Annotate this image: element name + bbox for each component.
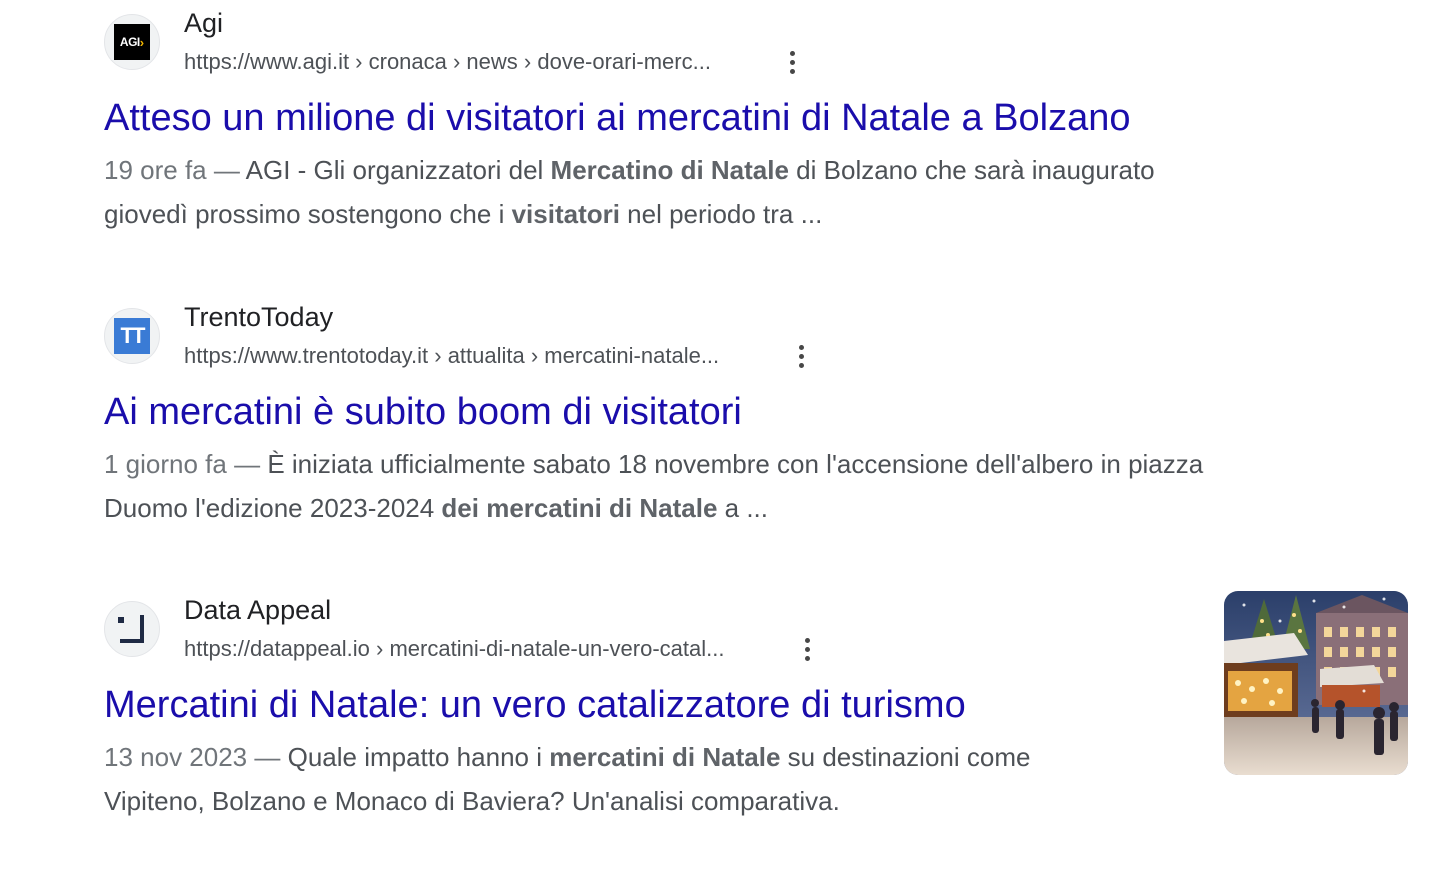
more-options-icon[interactable]: [792, 632, 822, 666]
result-title-link[interactable]: Atteso un milione di visitatori ai merca…: [104, 96, 1131, 140]
result-snippet: 19 ore fa — AGI - Gli organizzatori del …: [104, 155, 1155, 229]
trentotoday-favicon[interactable]: TT: [104, 308, 160, 364]
site-url[interactable]: https://datappeal.io › mercatini-di-nata…: [184, 635, 724, 663]
site-name[interactable]: TrentoToday: [184, 301, 333, 333]
datappeal-logo-icon: [118, 615, 144, 643]
datappeal-favicon[interactable]: [104, 601, 160, 657]
site-url[interactable]: https://www.trentotoday.it › attualita ›…: [184, 342, 719, 370]
trentotoday-logo-icon: TT: [114, 318, 150, 354]
search-results-page: AGI › Agi https://www.agi.it › cronaca › …: [0, 0, 1438, 870]
result-date: 19 ore fa: [104, 155, 207, 185]
agi-favicon[interactable]: AGI ›: [104, 14, 160, 70]
more-options-icon[interactable]: [777, 45, 807, 79]
result-snippet: 1 giorno fa — È iniziata ufficialmente s…: [104, 449, 1204, 523]
christmas-market-thumbnail[interactable]: [1224, 591, 1408, 775]
result-date: 1 giorno fa: [104, 449, 227, 479]
result-date: 13 nov 2023: [104, 742, 248, 772]
more-options-icon[interactable]: [786, 339, 816, 373]
site-name[interactable]: Data Appeal: [184, 594, 331, 626]
result-snippet: 13 nov 2023 — Quale impatto hanno i merc…: [104, 742, 1031, 816]
agi-logo-icon: AGI ›: [114, 24, 150, 60]
christmas-market-photo: [1224, 591, 1408, 775]
site-url[interactable]: https://www.agi.it › cronaca › news › do…: [184, 48, 711, 76]
result-title-link[interactable]: Ai mercatini è subito boom di visitatori: [104, 390, 742, 434]
result-title-link[interactable]: Mercatini di Natale: un vero catalizzato…: [104, 683, 966, 727]
site-name[interactable]: Agi: [184, 7, 223, 39]
